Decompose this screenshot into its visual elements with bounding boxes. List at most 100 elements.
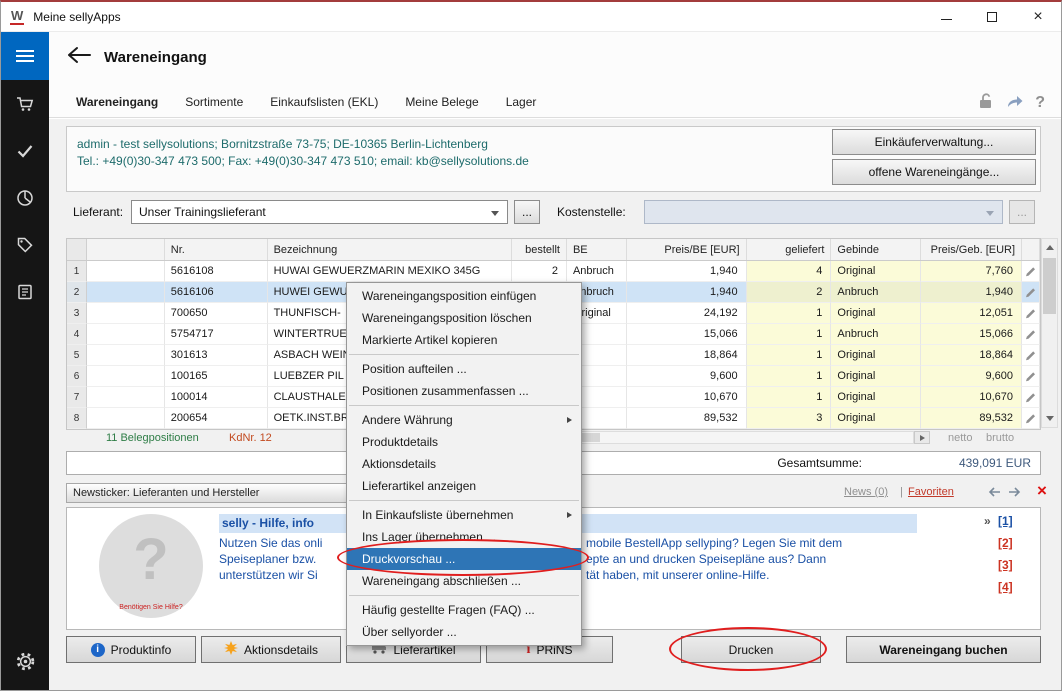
menu-item-position-aufteilen[interactable]: Position aufteilen ... [347, 358, 581, 380]
scrollbar-thumb[interactable] [1043, 258, 1056, 314]
tab-wareneingang[interactable]: Wareneingang [76, 95, 158, 109]
news-close-icon[interactable]: × [1037, 481, 1047, 501]
menu-item-position-loeschen[interactable]: Wareneingangsposition löschen [347, 307, 581, 329]
edit-pencil-icon[interactable] [1022, 282, 1040, 303]
aktionsdetails-button[interactable]: Aktionsdetails [201, 636, 341, 663]
netto-label[interactable]: netto [948, 432, 972, 444]
menu-item-positionen-zusammenfassen[interactable]: Positionen zusammenfassen ... [347, 380, 581, 402]
catalog-icon[interactable] [1, 268, 49, 315]
cell-preis-geb[interactable]: 18,864 [921, 345, 1022, 366]
cell-gebinde[interactable]: Original [831, 345, 921, 366]
settings-gear-icon[interactable] [1, 638, 49, 685]
cell-geliefert[interactable]: 1 [747, 345, 832, 366]
cell-preis-geb[interactable]: 10,670 [921, 387, 1022, 408]
col-geliefert[interactable]: geliefert [747, 239, 832, 260]
cell-preis-geb[interactable]: 7,760 [921, 261, 1022, 282]
cell-preis-geb[interactable]: 12,051 [921, 303, 1022, 324]
cell-gebinde[interactable]: Original [831, 261, 921, 282]
col-be[interactable]: BE [567, 239, 627, 260]
edit-pencil-icon[interactable] [1022, 261, 1040, 282]
lieferant-browse-button[interactable]: ... [514, 200, 540, 224]
tab-lager[interactable]: Lager [506, 95, 537, 109]
cell-preis-geb[interactable]: 9,600 [921, 366, 1022, 387]
menu-item-lieferartikel-anzeigen[interactable]: Lieferartikel anzeigen [347, 475, 581, 497]
cell-gebinde[interactable]: Anbruch [831, 282, 921, 303]
titlebar: W Meine sellyApps × [1, 2, 1061, 32]
edit-pencil-icon[interactable] [1022, 408, 1040, 429]
edit-pencil-icon[interactable] [1022, 387, 1040, 408]
offene-wareneingaenge-button[interactable]: offene Wareneingänge... [832, 159, 1036, 185]
col-preis-be[interactable]: Preis/BE [EUR] [627, 239, 747, 260]
news-page-link-2[interactable]: [2] [998, 536, 1013, 550]
cell-geliefert[interactable]: 1 [747, 366, 832, 387]
edit-pencil-icon[interactable] [1022, 303, 1040, 324]
table-row[interactable]: 1 5616108 HUWAI GEWUERZMARIN MEXIKO 345G… [67, 261, 1040, 282]
einkaeuferverwaltung-button[interactable]: Einkäuferverwaltung... [832, 129, 1036, 155]
col-preis-geb[interactable]: Preis/Geb. [EUR] [921, 239, 1022, 260]
menu-item-andere-waehrung[interactable]: Andere Währung [347, 409, 581, 431]
menu-item-artikel-kopieren[interactable]: Markierte Artikel kopieren [347, 329, 581, 351]
menu-item-faq[interactable]: Häufig gestellte Fragen (FAQ) ... [347, 599, 581, 621]
menu-item-ueber-sellyorder[interactable]: Über sellyorder ... [347, 621, 581, 643]
cell-preis-geb[interactable]: 89,532 [921, 408, 1022, 429]
minimize-button[interactable] [923, 2, 969, 31]
back-button[interactable] [67, 46, 93, 69]
cell-gebinde[interactable]: Original [831, 366, 921, 387]
hamburger-menu-button[interactable] [1, 32, 49, 80]
cell-gebinde[interactable]: Anbruch [831, 324, 921, 345]
maximize-button[interactable] [969, 2, 1015, 31]
cell-preis-geb[interactable]: 15,066 [921, 324, 1022, 345]
cell-geliefert[interactable]: 2 [747, 282, 832, 303]
scroll-up-icon[interactable] [1046, 245, 1054, 250]
scroll-right-button[interactable] [914, 431, 930, 444]
cell-geliefert[interactable]: 1 [747, 303, 832, 324]
cart-icon[interactable] [1, 80, 49, 127]
menu-item-einkaufsliste-uebernehmen[interactable]: In Einkaufsliste übernehmen [347, 504, 581, 526]
cell-geliefert[interactable]: 4 [747, 261, 832, 282]
news-prev-icon[interactable] [986, 485, 1001, 503]
edit-pencil-icon[interactable] [1022, 324, 1040, 345]
menu-item-produktdetails[interactable]: Produktdetails [347, 431, 581, 453]
wareneingang-check-icon[interactable] [1, 127, 49, 174]
col-bezeichnung[interactable]: Bezeichnung [268, 239, 512, 260]
cell-geliefert[interactable]: 3 [747, 408, 832, 429]
unlock-icon[interactable] [977, 92, 995, 114]
cell-gebinde[interactable]: Original [831, 387, 921, 408]
forward-share-icon[interactable] [1006, 93, 1024, 114]
tab-meine-belege[interactable]: Meine Belege [405, 95, 478, 109]
news-link[interactable]: News (0) [844, 486, 888, 498]
menu-item-druckvorschau[interactable]: Druckvorschau ... [347, 548, 581, 570]
pie-chart-icon[interactable] [1, 174, 49, 221]
scroll-down-icon[interactable] [1046, 416, 1054, 421]
table-vertical-scrollbar[interactable] [1041, 238, 1058, 428]
col-gebinde[interactable]: Gebinde [831, 239, 921, 260]
menu-item-ins-lager-uebernehmen[interactable]: Ins Lager übernehmen ... [347, 526, 581, 548]
wareneingang-buchen-button[interactable]: Wareneingang buchen [846, 636, 1041, 663]
cell-gebinde[interactable]: Original [831, 303, 921, 324]
news-page-link-3[interactable]: [3] [998, 558, 1013, 572]
news-next-icon[interactable] [1008, 485, 1023, 503]
cell-geliefert[interactable]: 1 [747, 324, 832, 345]
cell-gebinde[interactable]: Original [831, 408, 921, 429]
cell-preis-geb[interactable]: 1,940 [921, 282, 1022, 303]
menu-item-position-einfuegen[interactable]: Wareneingangsposition einfügen [347, 285, 581, 307]
menu-item-wareneingang-abschliessen[interactable]: Wareneingang abschließen ... [347, 570, 581, 592]
news-page-link-4[interactable]: [4] [998, 580, 1013, 594]
col-bestellt[interactable]: bestellt [512, 239, 567, 260]
drucken-button[interactable]: Drucken [681, 636, 821, 663]
news-page-link-1[interactable]: [1] [998, 514, 1013, 528]
price-tag-icon[interactable] [1, 221, 49, 268]
tab-einkaufslisten[interactable]: Einkaufslisten (EKL) [270, 95, 378, 109]
help-icon[interactable]: ? [1035, 94, 1045, 112]
brutto-label[interactable]: brutto [986, 432, 1014, 444]
favoriten-link[interactable]: Favoriten [908, 486, 954, 498]
cell-geliefert[interactable]: 1 [747, 387, 832, 408]
edit-pencil-icon[interactable] [1022, 366, 1040, 387]
edit-pencil-icon[interactable] [1022, 345, 1040, 366]
tab-sortimente[interactable]: Sortimente [185, 95, 243, 109]
produktinfo-button[interactable]: i Produktinfo [66, 636, 196, 663]
menu-item-aktionsdetails[interactable]: Aktionsdetails [347, 453, 581, 475]
close-button[interactable]: × [1015, 2, 1061, 31]
col-nr[interactable]: Nr. [165, 239, 268, 260]
lieferant-select[interactable]: Unser Trainingslieferant [131, 200, 508, 224]
